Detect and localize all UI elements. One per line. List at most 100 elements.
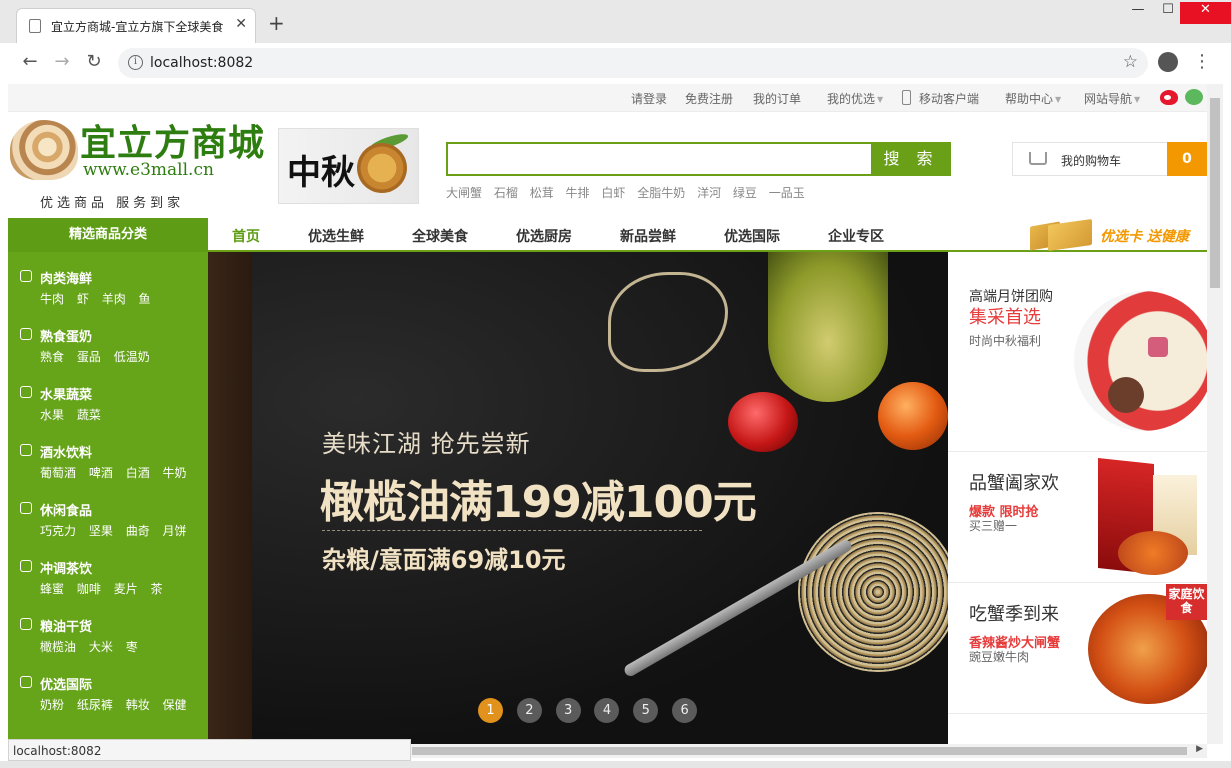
category-sub[interactable]: 蛋品 — [77, 348, 101, 365]
scroll-thumb[interactable] — [1210, 98, 1220, 288]
hot-keyword[interactable]: 松茸 — [530, 184, 554, 201]
category-sub[interactable]: 韩妆 — [126, 696, 150, 713]
horizontal-scrollbar[interactable]: ▶ — [410, 744, 1207, 758]
hot-keyword[interactable]: 石榴 — [494, 184, 518, 201]
category-sub[interactable]: 纸尿裤 — [77, 696, 113, 713]
category-sub[interactable]: 水果 — [40, 406, 64, 423]
nav-enterprise[interactable]: 企业专区 — [828, 226, 884, 246]
nav-global-food[interactable]: 全球美食 — [412, 226, 468, 246]
hot-keyword[interactable]: 白虾 — [601, 184, 625, 201]
scroll-right-icon[interactable]: ▶ — [1196, 744, 1203, 754]
category-sub[interactable]: 保健 — [163, 696, 187, 713]
category-sub[interactable]: 白酒 — [126, 464, 150, 481]
category-title[interactable]: 精选商品分类 — [8, 218, 208, 252]
info-icon[interactable]: i — [128, 55, 143, 70]
mid-autumn-banner[interactable]: 中秋 — [278, 128, 419, 204]
scroll-thumb[interactable] — [412, 747, 1187, 755]
star-icon[interactable]: ☆ — [1123, 52, 1138, 72]
category-sub[interactable]: 咖啡 — [77, 580, 101, 597]
orders-link[interactable]: 我的订单 — [753, 90, 801, 107]
forward-icon[interactable]: → — [50, 51, 74, 75]
sitemap-link[interactable]: 网站导航 ▼ — [1084, 90, 1140, 107]
close-tab-icon[interactable]: ✕ — [235, 16, 247, 32]
back-icon[interactable]: ← — [18, 51, 42, 75]
search-input[interactable] — [446, 142, 871, 176]
cart-button[interactable]: 我的购物车 — [1012, 142, 1172, 176]
register-link[interactable]: 免费注册 — [685, 90, 733, 107]
category-sub[interactable]: 茶 — [151, 580, 163, 597]
ad-crab-season[interactable]: 家庭饮食 吃蟹季到来 香辣酱炒大闸蟹 豌豆嫩牛肉 — [948, 584, 1207, 714]
search-button[interactable]: 搜 索 — [871, 142, 951, 176]
category-sub[interactable]: 巧克力 — [40, 522, 76, 539]
carousel-dot[interactable]: 3 — [555, 698, 581, 723]
vertical-scrollbar[interactable] — [1207, 84, 1223, 744]
category-sub[interactable]: 蜂蜜 — [40, 580, 64, 597]
logo-title[interactable]: 宜立方商城 — [80, 114, 265, 166]
login-link[interactable]: 请登录 — [631, 90, 667, 107]
mobile-client-link[interactable]: 移动客户端 — [919, 90, 979, 107]
category-sub[interactable]: 曲奇 — [126, 522, 150, 539]
category-sub[interactable]: 奶粉 — [40, 696, 64, 713]
category-sub[interactable]: 麦片 — [114, 580, 138, 597]
nav-fresh[interactable]: 优选生鲜 — [308, 226, 364, 246]
new-tab-icon[interactable]: + — [268, 13, 285, 33]
category-sub[interactable]: 橄榄油 — [40, 638, 76, 655]
hot-keyword[interactable]: 全脂牛奶 — [637, 184, 685, 201]
wechat-icon[interactable] — [1185, 89, 1203, 105]
logo-shell-icon[interactable] — [10, 120, 78, 180]
ad-crab-gift[interactable]: 品蟹阖家欢 爆款 限时抢 买三赠一 — [948, 453, 1207, 583]
close-window-icon[interactable]: ✕ — [1180, 2, 1231, 24]
reload-icon[interactable]: ↻ — [82, 51, 106, 75]
hot-keyword[interactable]: 大闸蟹 — [446, 184, 482, 201]
profile-icon[interactable] — [1158, 52, 1178, 72]
weibo-icon[interactable] — [1160, 90, 1178, 105]
carousel-dot[interactable]: 2 — [516, 698, 542, 723]
category-sub[interactable]: 牛肉 — [40, 290, 64, 307]
carousel-dot[interactable]: 1 — [478, 698, 503, 723]
cart-count-badge[interactable]: 0 — [1167, 142, 1207, 176]
nav-home[interactable]: 首页 — [232, 226, 260, 246]
category-name[interactable]: 冲调茶饮 — [40, 558, 92, 577]
category-sub[interactable]: 枣 — [126, 638, 138, 655]
category-sub[interactable]: 月饼 — [163, 522, 187, 539]
category-sub[interactable]: 虾 — [77, 290, 89, 307]
category-item[interactable]: 粮油干货 橄榄油 大米 枣 — [8, 610, 208, 668]
promo-card-text[interactable]: 优选卡 送健康 — [1100, 226, 1189, 246]
category-name[interactable]: 休闲食品 — [40, 500, 92, 519]
category-name[interactable]: 酒水饮料 — [40, 442, 92, 461]
address-bar[interactable]: i localhost:8082 ☆ — [118, 48, 1148, 78]
category-item[interactable]: 熟食蛋奶 熟食 蛋品 低温奶 — [8, 320, 208, 378]
hero-banner[interactable]: 美味江湖 抢先尝新 橄榄油满199减100元 杂粮/意面满69减10元 1 2 … — [208, 252, 948, 744]
category-name[interactable]: 水果蔬菜 — [40, 384, 92, 403]
carousel-dot[interactable]: 5 — [633, 698, 659, 723]
browser-tab[interactable]: 宜立方商城-宜立方旗下全球美食 ✕ — [16, 8, 256, 43]
url-text[interactable]: localhost:8082 — [150, 55, 253, 71]
menu-icon[interactable]: ⋮ — [1193, 51, 1211, 72]
category-name[interactable]: 熟食蛋奶 — [40, 326, 92, 345]
carousel-dot[interactable]: 4 — [594, 698, 620, 723]
my-picks-link[interactable]: 我的优选 ▼ — [827, 90, 883, 107]
carousel-dot[interactable]: 6 — [672, 698, 698, 723]
hot-keyword[interactable]: 一品玉 — [769, 184, 805, 201]
hot-keyword[interactable]: 绿豆 — [733, 184, 757, 201]
category-item[interactable]: 优选国际 奶粉 纸尿裤 韩妆 保健 — [8, 668, 208, 726]
ad-mooncake[interactable]: 高端月饼团购 集采首选 时尚中秋福利 — [948, 267, 1207, 452]
category-sub[interactable]: 鱼 — [139, 290, 151, 307]
category-item[interactable]: 酒水饮料 葡萄酒 啤酒 白酒 牛奶 — [8, 436, 208, 494]
category-item[interactable]: 水果蔬菜 水果 蔬菜 — [8, 378, 208, 436]
category-item[interactable]: 肉类海鲜 牛肉 虾 羊肉 鱼 — [8, 262, 208, 320]
category-item[interactable]: 休闲食品 巧克力 坚果 曲奇 月饼 — [8, 494, 208, 552]
hot-keyword[interactable]: 洋河 — [697, 184, 721, 201]
category-sub[interactable]: 大米 — [89, 638, 113, 655]
category-sub[interactable]: 蔬菜 — [77, 406, 101, 423]
help-center-link[interactable]: 帮助中心 ▼ — [1005, 90, 1061, 107]
category-sub[interactable]: 低温奶 — [114, 348, 150, 365]
category-name[interactable]: 粮油干货 — [40, 616, 92, 635]
category-sub[interactable]: 熟食 — [40, 348, 64, 365]
nav-new-arrivals[interactable]: 新品尝鲜 — [620, 226, 676, 246]
hot-keyword[interactable]: 牛排 — [566, 184, 590, 201]
category-sub[interactable]: 葡萄酒 — [40, 464, 76, 481]
category-sub[interactable]: 坚果 — [89, 522, 113, 539]
nav-kitchen[interactable]: 优选厨房 — [516, 226, 572, 246]
category-sub[interactable]: 牛奶 — [163, 464, 187, 481]
